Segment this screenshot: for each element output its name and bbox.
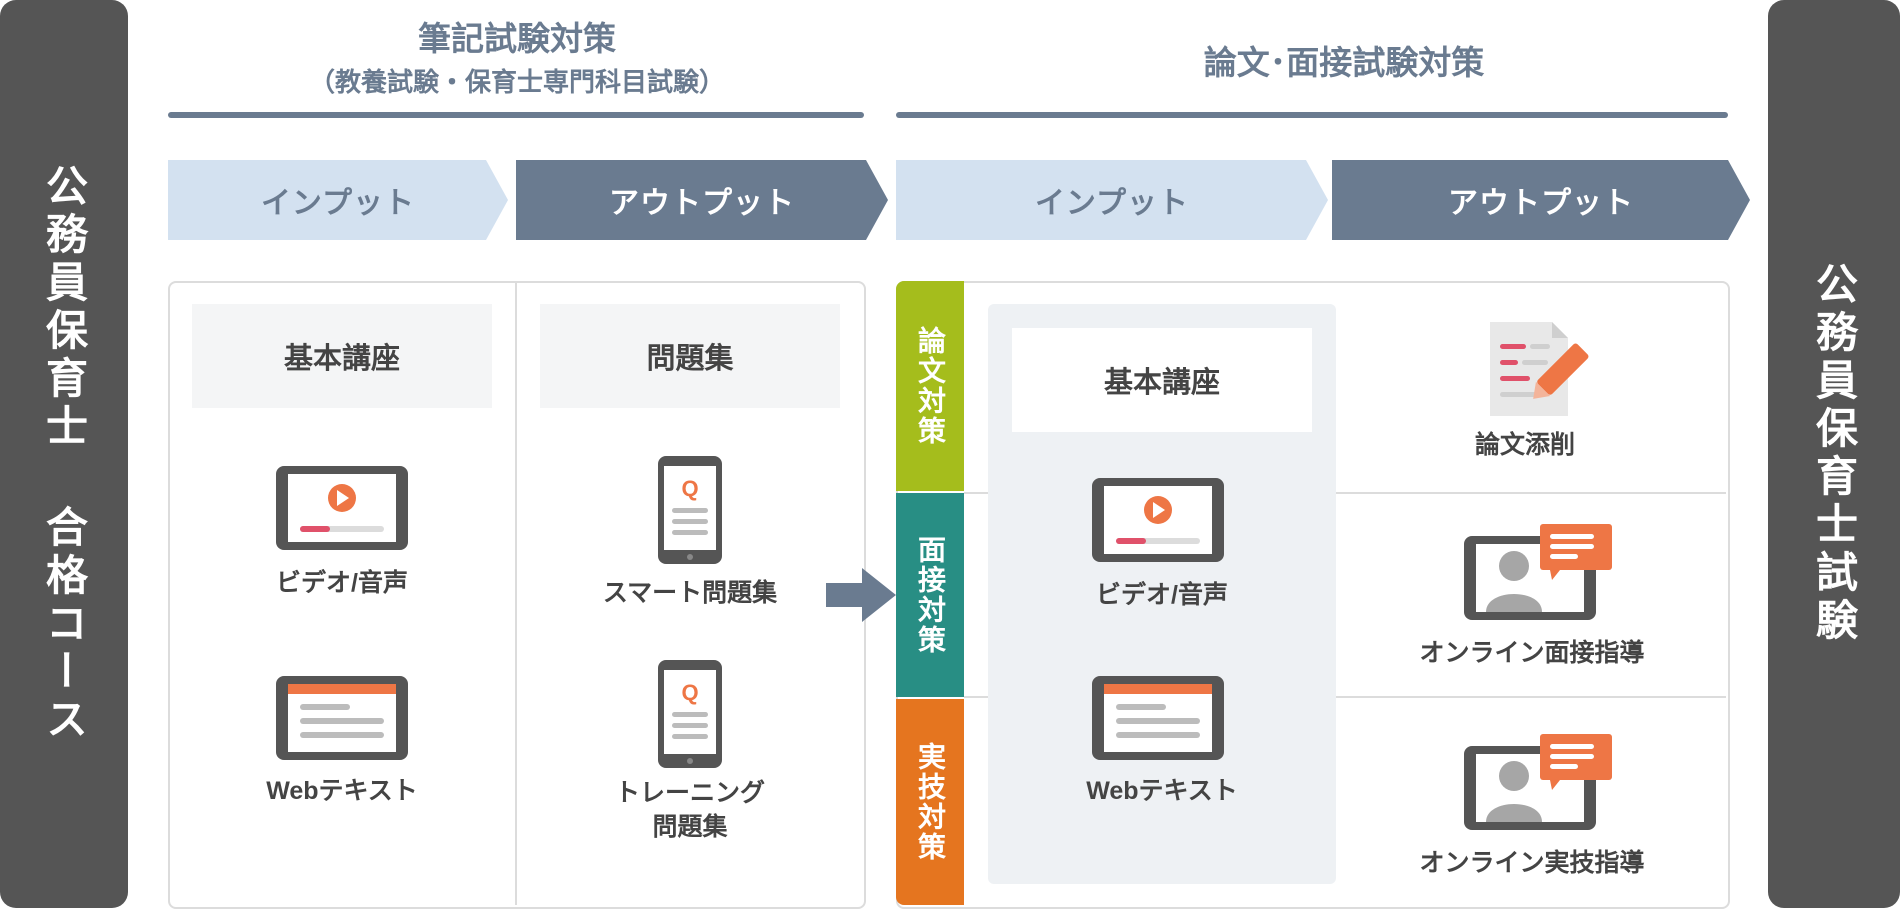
smartphone-quiz-icon: Q xyxy=(658,456,722,564)
essay-output-item-skill: オンライン実技指導 xyxy=(1419,849,1645,877)
smartphone-quiz-icon: Q xyxy=(658,660,722,768)
tab-interview: 面接対策 xyxy=(896,493,964,697)
written-output-header-text: 問題集 xyxy=(646,343,734,375)
written-input-item-text: Webテキスト xyxy=(266,777,418,805)
written-input-chevron: インプット xyxy=(168,160,508,240)
written-input-item-video: ビデオ/音声 xyxy=(276,569,408,597)
tab-essay: 論文対策 xyxy=(896,281,964,491)
essay-output-item-correction: 論文添削 xyxy=(1474,431,1575,459)
written-input-header: 基本講座 xyxy=(192,304,492,408)
left-sidebar: 公務員保育士 合格コース xyxy=(0,0,128,908)
tablet-text-icon xyxy=(276,676,408,760)
document-pen-icon xyxy=(1490,322,1589,416)
tab-essay-label: 論文対策 xyxy=(915,326,946,446)
essay-input-header: 基本講座 xyxy=(1012,328,1312,432)
written-exam-subtitle: （教養試験・保育士専門科目試験） xyxy=(308,67,725,97)
written-output-chevron: アウトプット xyxy=(516,160,888,240)
svg-text:Q: Q xyxy=(681,476,698,501)
tablet-video-icon xyxy=(276,466,408,550)
tab-skill: 実技対策 xyxy=(896,699,964,905)
essay-interview-rule xyxy=(896,112,1728,118)
essay-input-label: インプット xyxy=(1034,187,1190,220)
essay-input-header-text: 基本講座 xyxy=(1103,367,1220,399)
exam-name: 公務員保育士試験 xyxy=(1810,262,1858,646)
essay-input-item-video: ビデオ/音声 xyxy=(1096,581,1228,609)
tab-skill-label: 実技対策 xyxy=(915,742,946,862)
svg-text:Q: Q xyxy=(681,680,698,705)
essay-output-item-interview: オンライン面接指導 xyxy=(1419,639,1645,667)
written-output-item-training: トレーニング 問題集 xyxy=(614,779,765,841)
arrow-right-icon xyxy=(826,568,896,622)
written-exam-rule xyxy=(168,112,864,118)
essay-input-item-text: Webテキスト xyxy=(1086,777,1238,805)
written-exam-title: 筆記試験対策 xyxy=(418,20,616,57)
essay-output-chevron: アウトプット xyxy=(1332,160,1750,240)
video-call-icon xyxy=(1464,524,1612,620)
tablet-text-icon xyxy=(1092,676,1224,760)
essay-input-chevron: インプット xyxy=(896,160,1328,240)
written-output-header: 問題集 xyxy=(540,304,840,408)
right-sidebar: 公務員保育士試験 xyxy=(1768,0,1900,908)
tab-interview-label: 面接対策 xyxy=(915,535,946,655)
video-call-icon xyxy=(1464,734,1612,830)
written-output-item-smart: スマート問題集 xyxy=(602,579,778,607)
essay-interview-title: 論文･面接試験対策 xyxy=(1203,44,1485,81)
written-output-label: アウトプット xyxy=(609,187,795,220)
written-input-label: インプット xyxy=(260,187,416,220)
written-input-header-text: 基本講座 xyxy=(283,343,400,375)
written-panel-divider xyxy=(515,283,517,905)
tablet-video-icon xyxy=(1092,478,1224,562)
essay-output-label: アウトプット xyxy=(1448,187,1634,220)
course-name: 公務員保育士 合格コース xyxy=(40,163,88,745)
